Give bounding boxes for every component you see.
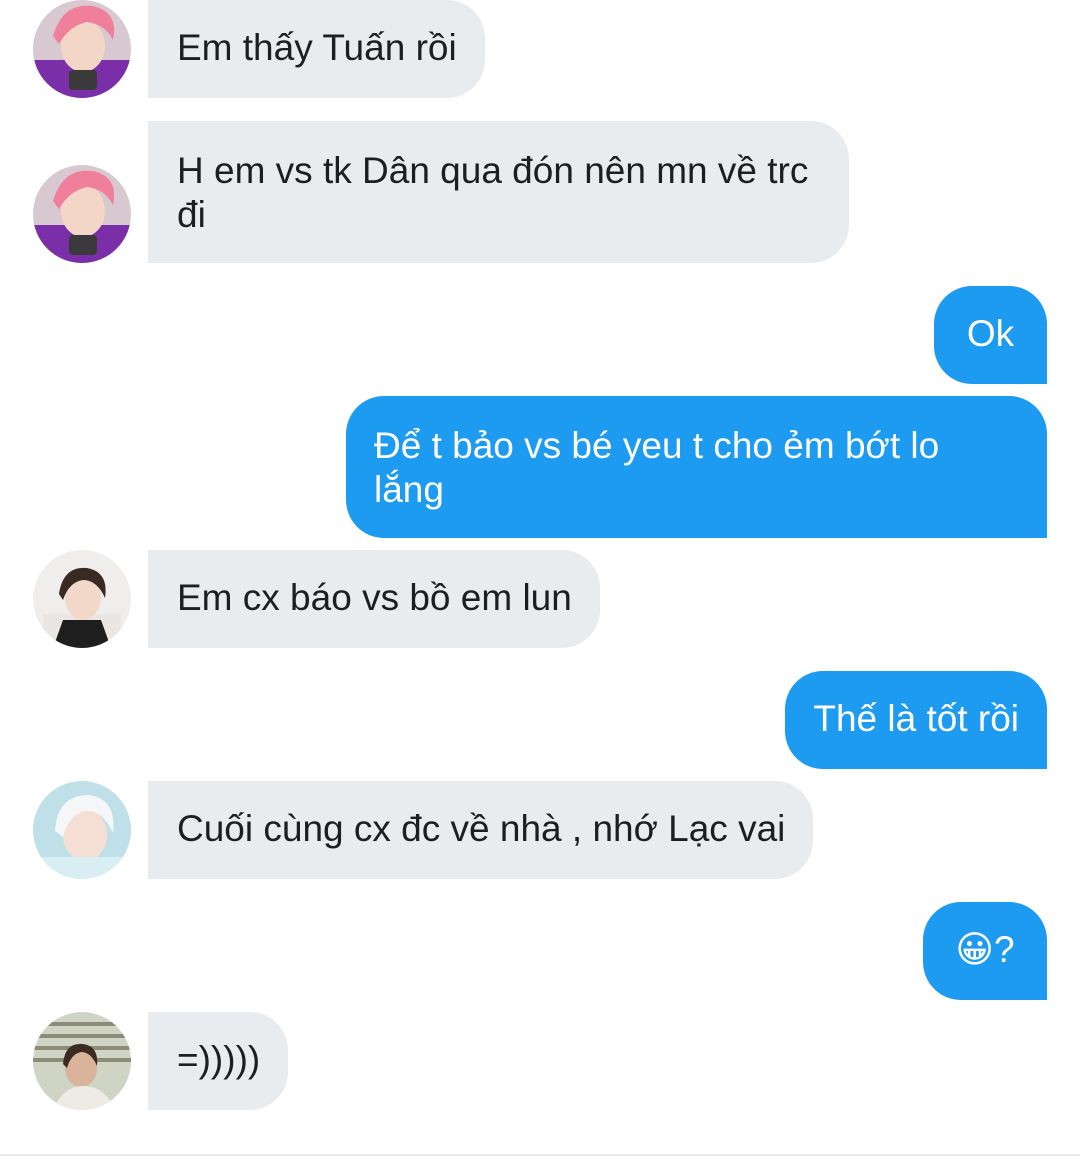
avatar-window-light[interactable] — [33, 1012, 131, 1110]
message-bubble-outgoing[interactable]: Để t bảo vs bé yeu t cho ẻm bớt lo lắng — [346, 396, 1047, 538]
message-text: Em cx báo vs bồ em lun — [177, 577, 572, 618]
message-text: =))))) — [177, 1039, 261, 1080]
message-text: Thế là tốt rồi — [813, 698, 1019, 739]
message-bubble-incoming[interactable]: =))))) — [148, 1012, 289, 1110]
message-text: Cuối cùng cx đc về nhà , nhớ Lạc vai — [177, 808, 786, 849]
chat-thread: Em thấy Tuấn rồi H em vs tk Dân qua đón … — [0, 0, 1080, 1160]
message-bubble-outgoing[interactable]: 😀? — [923, 902, 1047, 1000]
avatar-white-hair[interactable] — [33, 781, 131, 879]
message-text: Để t bảo vs bé yeu t cho ẻm bớt lo lắng — [374, 425, 940, 510]
message-bubble-incoming[interactable]: H em vs tk Dân qua đón nên mn về trc đi — [148, 121, 849, 263]
message-bubble-incoming[interactable]: Em thấy Tuấn rồi — [148, 0, 485, 98]
avatar-pink-hair[interactable] — [33, 0, 131, 98]
message-bubble-outgoing[interactable]: Ok — [934, 286, 1047, 384]
message-bubble-incoming[interactable]: Em cx báo vs bồ em lun — [148, 550, 600, 648]
divider — [0, 1154, 1080, 1156]
message-bubble-outgoing[interactable]: Thế là tốt rồi — [785, 671, 1047, 769]
avatar-dark-hair[interactable] — [33, 550, 131, 648]
message-text: Ok — [966, 313, 1015, 354]
message-text: Em thấy Tuấn rồi — [177, 27, 457, 68]
message-text: 😀? — [955, 929, 1015, 970]
avatar-pink-hair[interactable] — [33, 165, 131, 263]
message-text: H em vs tk Dân qua đón nên mn về trc đi — [177, 150, 809, 235]
message-bubble-incoming[interactable]: Cuối cùng cx đc về nhà , nhớ Lạc vai — [148, 781, 814, 879]
